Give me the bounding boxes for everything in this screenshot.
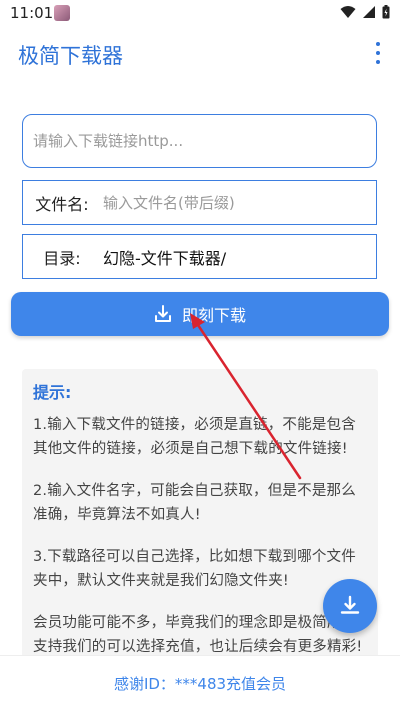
screen: 11:01 极简下载器 文件名: 目录: 幻隐-文件下载器 — [0, 0, 400, 711]
url-field — [22, 114, 377, 168]
status-time: 11:01 — [10, 4, 54, 22]
url-input[interactable] — [23, 115, 376, 167]
tip-paragraph: 会员功能可能不多，毕竟我们的理念即是极简所以支持我们的可以选择充值，也让后续会有… — [33, 615, 363, 655]
filename-row: 文件名: — [22, 180, 377, 225]
download-button-label: 即刻下载 — [181, 306, 246, 325]
footer-text: 感谢ID：***483充值会员 — [113, 675, 287, 693]
directory-label: 目录: — [43, 248, 81, 268]
app-title: 极简下载器 — [18, 44, 123, 68]
signal-icon — [363, 6, 375, 18]
fab-download-button[interactable] — [323, 579, 377, 633]
tips-title: 提示: — [33, 383, 72, 402]
footer: 感谢ID：***483充值会员 — [0, 655, 400, 711]
battery-icon — [382, 5, 390, 19]
status-bar: 11:01 — [0, 0, 400, 28]
tips-card: 提示: 1.输入下载文件的链接，必须是直链，不能是包含其他文件的链接，必须是自己… — [22, 369, 378, 669]
filename-label: 文件名: — [35, 194, 89, 214]
download-button[interactable]: 即刻下载 — [11, 292, 389, 336]
tip-paragraph: 2.输入文件名字，可能会自己获取，但是不是那么准确，毕竟算法不如真人! — [33, 483, 356, 523]
status-icons — [340, 5, 390, 19]
more-vert-icon[interactable] — [370, 42, 386, 64]
wifi-icon — [340, 6, 356, 18]
directory-value[interactable]: 幻隐-文件下载器/ — [101, 245, 376, 269]
download-icon — [340, 595, 360, 614]
download-icon — [154, 305, 171, 322]
filename-input[interactable] — [101, 181, 376, 224]
tip-paragraph: 3.下载路径可以自己选择，比如想下载到哪个文件夹中，默认文件夹就是我们幻隐文件夹… — [33, 549, 356, 589]
directory-row[interactable]: 目录: 幻隐-文件下载器/ — [22, 234, 377, 279]
avatar-icon — [54, 5, 70, 21]
tip-paragraph: 1.输入下载文件的链接，必须是直链，不能是包含其他文件的链接，必须是自己想下载的… — [33, 417, 356, 457]
